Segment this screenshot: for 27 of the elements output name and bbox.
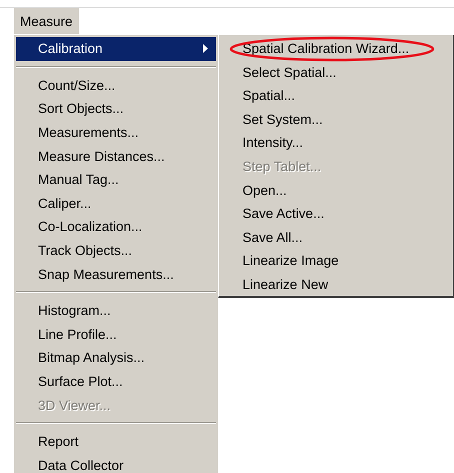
menu-item[interactable]: Measurements... [14,120,218,144]
menu-item[interactable]: Calibration [16,37,216,61]
menu-item[interactable]: Measure Distances... [14,144,218,168]
menu-item[interactable]: Linearize New [218,272,453,297]
menu-item[interactable]: Set System... [218,108,453,132]
menu-item[interactable]: Sort Objects... [14,97,218,121]
menu-item[interactable]: Histogram... [14,298,218,323]
menu-bar-item[interactable]: Measure [14,8,79,34]
menu-item[interactable]: Intensity... [218,131,453,155]
menu-item[interactable]: Co-Localization... [14,215,218,239]
menu-item[interactable]: Snap Measurements... [14,262,218,286]
menu-item[interactable]: Report [14,430,218,454]
menu-item[interactable]: Spatial... [218,84,453,108]
menu-item[interactable]: Manual Tag... [14,168,218,192]
menu-item[interactable]: Spatial Calibration Wizard... [218,37,453,61]
menu-item[interactable]: Data Collector [14,454,218,473]
menu-item[interactable]: Bitmap Analysis... [14,346,218,370]
menu-item[interactable]: Surface Plot... [14,370,218,394]
menu-item[interactable]: Open... [218,178,453,202]
menu-item[interactable]: Save Active... [218,202,453,226]
menu-item[interactable]: Save All... [218,226,453,250]
menu-item[interactable]: Select Spatial... [218,60,453,84]
menu-item[interactable]: Caliper... [14,192,218,216]
menu-item[interactable]: Count/Size... [14,74,218,98]
menu-item[interactable]: Track Objects... [14,238,218,262]
menu-item[interactable]: Linearize Image [218,249,453,273]
menu-item[interactable]: Line Profile... [14,322,218,346]
